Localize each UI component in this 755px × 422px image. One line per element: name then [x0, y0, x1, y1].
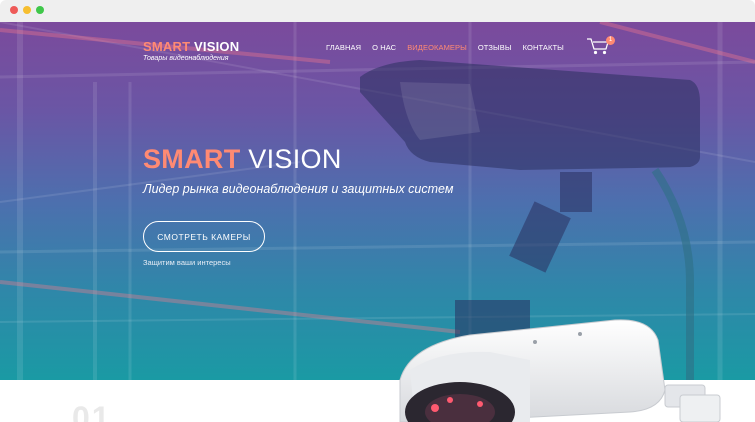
hero-tagline: Лидер рынка видеонаблюдения и защитных с…: [143, 182, 454, 196]
hero-subtext: Защитим ваши интересы: [143, 258, 231, 267]
nav-item-reviews[interactable]: ОТЗЫВЫ: [478, 43, 512, 55]
nav-item-contacts[interactable]: КОНТАКТЫ: [523, 43, 564, 55]
logo-part-vision: VISION: [190, 39, 240, 54]
cart-count-badge: 1: [606, 36, 615, 45]
browser-titlebar: [0, 0, 755, 23]
bullet-camera-image: [399, 319, 721, 422]
logo-subtitle: Товары видеонаблюдения: [143, 55, 229, 62]
maximize-window-button[interactable]: [36, 6, 44, 14]
logo-part-smart: SMART: [143, 39, 191, 54]
view-cameras-button-label: СМОТРЕТЬ КАМЕРЫ: [157, 231, 251, 242]
nav-item-about[interactable]: О НАС: [372, 43, 396, 55]
minimize-window-button[interactable]: [23, 6, 31, 14]
browser-window: SMART VISION Товары видеонаблюдения ГЛАВ…: [0, 0, 755, 422]
nav-item-home[interactable]: ГЛАВНАЯ: [326, 43, 361, 55]
main-nav: ГЛАВНАЯ О НАС ВИДЕОКАМЕРЫ ОТЗЫВЫ КОНТАКТ…: [326, 43, 575, 55]
hero-title: SMART VISION: [143, 144, 342, 175]
nav-item-cameras[interactable]: ВИДЕОКАМЕРЫ: [407, 43, 467, 55]
logo[interactable]: SMART VISION: [143, 39, 239, 54]
section-number: 01: [72, 400, 112, 422]
hero-title-smart: SMART: [143, 144, 241, 174]
view-cameras-button[interactable]: СМОТРЕТЬ КАМЕРЫ: [143, 221, 265, 252]
hero-title-vision: VISION: [240, 144, 342, 174]
close-window-button[interactable]: [10, 6, 18, 14]
